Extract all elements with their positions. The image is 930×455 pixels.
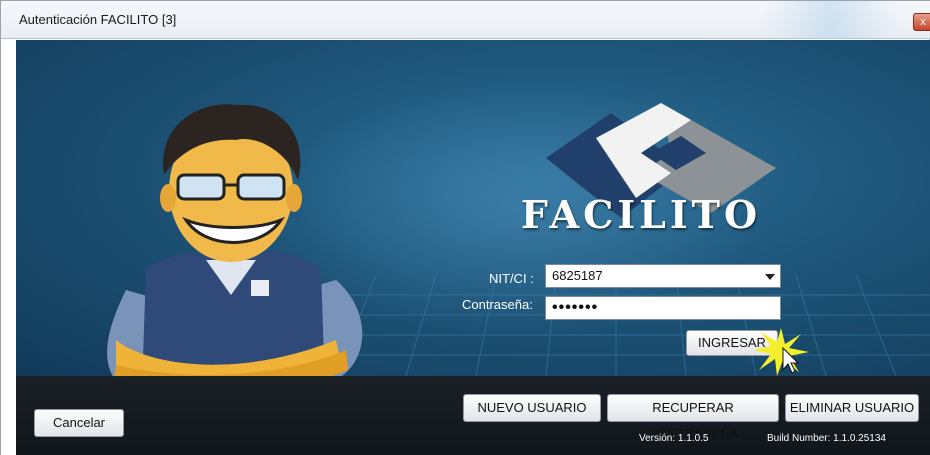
recover-password-button[interactable]: RECUPERAR CONTRASEÑA xyxy=(607,394,779,441)
nit-select[interactable]: 6825187 xyxy=(545,264,781,288)
close-icon[interactable]: x xyxy=(913,13,930,31)
mascot-illustration xyxy=(107,104,363,376)
window-title: Autenticación FACILITO [3] xyxy=(19,12,177,27)
grid-floor-decoration xyxy=(336,275,930,376)
nit-select-value: 6825187 xyxy=(552,268,603,283)
brand-wordmark: FACILITO xyxy=(520,192,762,237)
build-number-text: Build Number: 1.1.0.25134 xyxy=(767,433,886,444)
new-user-button[interactable]: NUEVO USUARIO xyxy=(463,394,601,422)
password-label: Contraseña: xyxy=(462,297,533,312)
version-text: Versión: 1.1.0.5 xyxy=(639,433,709,444)
delete-user-button[interactable]: ELIMINAR USUARIO xyxy=(785,394,919,422)
cancel-button[interactable]: Cancelar xyxy=(34,409,124,437)
nit-label: NIT/CI : xyxy=(489,271,534,286)
click-spark-icon xyxy=(753,328,809,376)
window-frame-left xyxy=(1,40,16,455)
login-window: Autenticación FACILITO [3] x FACILITO NI… xyxy=(0,0,930,455)
chevron-down-icon[interactable] xyxy=(765,274,775,280)
password-field[interactable]: ••••••• xyxy=(545,296,781,320)
title-bar: Autenticación FACILITO [3] x xyxy=(1,1,930,39)
title-bar-glass xyxy=(761,1,901,39)
